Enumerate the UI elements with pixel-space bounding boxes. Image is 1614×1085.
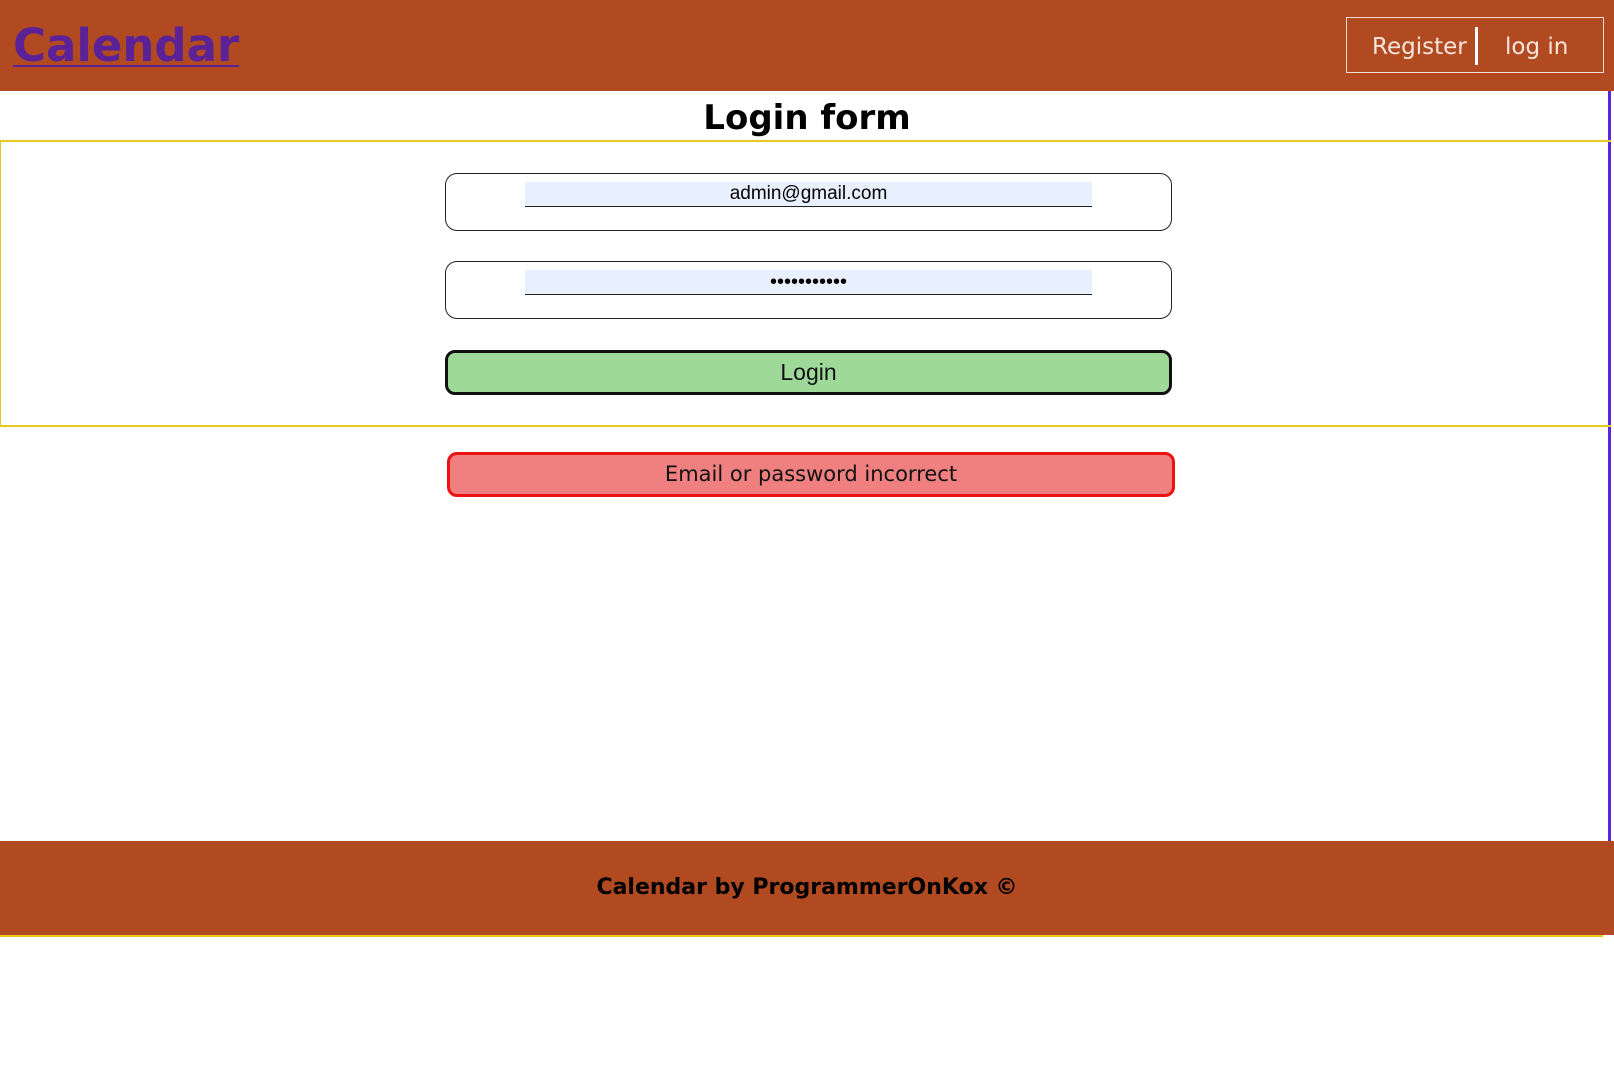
password-field-container bbox=[445, 261, 1172, 319]
email-field[interactable] bbox=[525, 182, 1092, 207]
nav-divider bbox=[1475, 27, 1478, 65]
footer: Calendar by ProgrammerOnKox © bbox=[0, 841, 1614, 935]
error-message: Email or password incorrect bbox=[447, 452, 1175, 497]
page-title: Login form bbox=[703, 98, 911, 138]
password-field[interactable] bbox=[525, 270, 1092, 295]
footer-divider bbox=[0, 935, 1603, 937]
email-field-container bbox=[445, 173, 1172, 231]
register-link[interactable]: Register bbox=[1372, 18, 1467, 72]
top-header: Calendar Register log in bbox=[0, 0, 1614, 91]
login-link[interactable]: log in bbox=[1505, 18, 1568, 72]
brand-link[interactable]: Calendar bbox=[13, 16, 239, 76]
auth-nav: Register log in bbox=[1346, 17, 1604, 73]
login-button[interactable]: Login bbox=[445, 350, 1172, 395]
